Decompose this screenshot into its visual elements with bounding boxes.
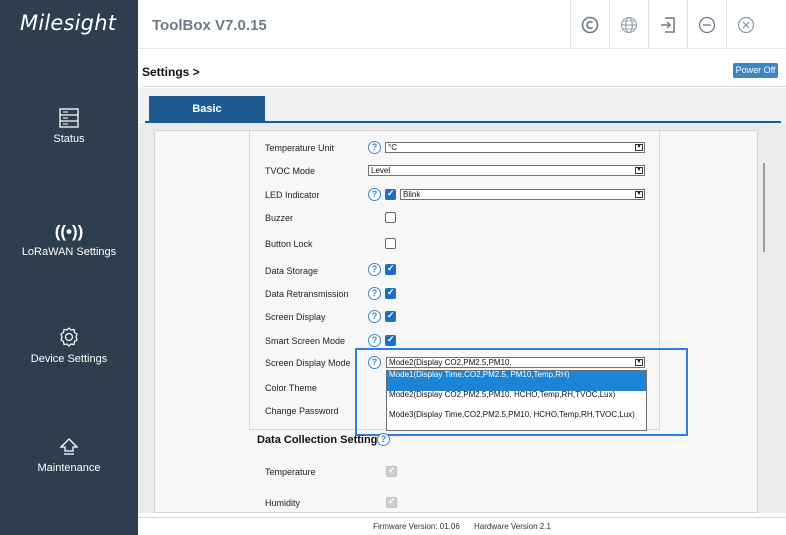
help-icon[interactable]: ?	[368, 141, 381, 154]
breadcrumb: Settings >	[142, 65, 200, 79]
divider	[142, 86, 786, 87]
tvoc-mode-select[interactable]: Level ▾	[368, 165, 645, 176]
scrollbar[interactable]	[763, 163, 765, 252]
humidity-checkbox	[386, 496, 397, 508]
brand-logo: Milesight	[20, 11, 117, 35]
help-icon[interactable]: ?	[368, 263, 381, 276]
tvoc-mode-label: TVOC Mode	[265, 166, 316, 176]
sidebar: Milesight Status ((•)) LoRaWAN Settings …	[0, 0, 138, 535]
sidebar-item-device-settings[interactable]: Device Settings	[0, 326, 138, 365]
screen-display-mode-label: Screen Display Mode	[265, 358, 351, 368]
data-storage-label: Data Storage	[265, 266, 319, 276]
close-icon	[737, 16, 755, 33]
buzzer-checkbox[interactable]	[385, 212, 396, 223]
temperature-unit-value: °C	[388, 143, 397, 152]
help-icon[interactable]: ?	[377, 433, 390, 446]
color-theme-label: Color Theme	[265, 383, 317, 393]
help-icon[interactable]: ?	[368, 188, 381, 201]
power-off-button[interactable]: Power Off	[733, 63, 778, 78]
screen-display-checkbox[interactable]	[385, 310, 396, 322]
close-button[interactable]	[726, 0, 765, 49]
humidity-label: Humidity	[265, 498, 301, 508]
wireless-icon: ((•))	[54, 222, 84, 241]
chevron-down-icon: ▾	[635, 191, 643, 198]
data-retransmission-checkbox[interactable]	[385, 287, 396, 299]
temperature-unit-select[interactable]: °C ▾	[385, 142, 645, 153]
sidebar-item-status[interactable]: Status	[0, 108, 138, 145]
data-retransmission-label: Data Retransmission	[265, 289, 349, 299]
footer: Firmware Version: 01.06 Hardware Version…	[138, 517, 786, 535]
led-indicator-checkbox[interactable]	[385, 188, 396, 200]
globe-icon	[621, 16, 637, 33]
chevron-down-icon: ▾	[635, 167, 643, 174]
sidebar-item-label: Maintenance	[37, 462, 101, 474]
firmware-version: Firmware Version: 01.06	[373, 522, 460, 531]
sidebar-item-maintenance[interactable]: Maintenance	[0, 437, 138, 474]
led-indicator-select[interactable]: Blink ▾	[400, 189, 645, 200]
sidebar-item-label: Status	[53, 133, 85, 145]
app-title: ToolBox V7.0.15	[152, 17, 267, 34]
led-indicator-value: Blink	[403, 190, 421, 199]
hardware-version: Hardware Version 2.1	[474, 522, 551, 531]
maintenance-icon	[59, 438, 79, 455]
section-title: Data Collection Settings	[257, 434, 384, 446]
temperature-label: Temperature	[265, 467, 316, 477]
language-button[interactable]	[609, 0, 648, 49]
status-icon	[59, 108, 79, 128]
buzzer-label: Buzzer	[265, 213, 294, 223]
help-icon[interactable]: ?	[368, 334, 381, 347]
minimize-icon	[698, 16, 716, 33]
temperature-checkbox	[386, 465, 397, 477]
logout-icon	[661, 16, 675, 33]
copyright-icon	[581, 16, 599, 33]
sidebar-item-label: LoRaWAN Settings	[21, 246, 117, 258]
tab-basic[interactable]: Basic	[149, 96, 265, 122]
help-icon[interactable]: ?	[368, 310, 381, 323]
data-storage-checkbox[interactable]	[385, 263, 396, 275]
gear-icon	[60, 327, 78, 347]
button-lock-checkbox[interactable]	[385, 238, 396, 249]
led-indicator-label: LED Indicator	[265, 190, 320, 200]
temperature-unit-label: Temperature Unit	[265, 143, 335, 153]
sidebar-item-lorawan-settings[interactable]: ((•)) LoRaWAN Settings	[0, 222, 138, 258]
screen-display-label: Screen Display	[265, 312, 326, 322]
logout-button[interactable]	[648, 0, 687, 49]
smart-screen-mode-checkbox[interactable]	[385, 334, 396, 346]
copyright-button[interactable]	[570, 0, 609, 49]
sidebar-item-label: Device Settings	[30, 353, 108, 365]
tvoc-mode-value: Level	[371, 166, 391, 175]
highlight-frame	[355, 348, 688, 436]
chevron-down-icon: ▾	[635, 144, 643, 151]
help-icon[interactable]: ?	[368, 287, 381, 300]
smart-screen-mode-label: Smart Screen Mode	[265, 336, 346, 346]
button-lock-label: Button Lock	[265, 239, 313, 249]
top-header: ToolBox V7.0.15	[138, 0, 786, 49]
change-password-label: Change Password	[265, 406, 339, 416]
minimize-button[interactable]	[687, 0, 726, 49]
